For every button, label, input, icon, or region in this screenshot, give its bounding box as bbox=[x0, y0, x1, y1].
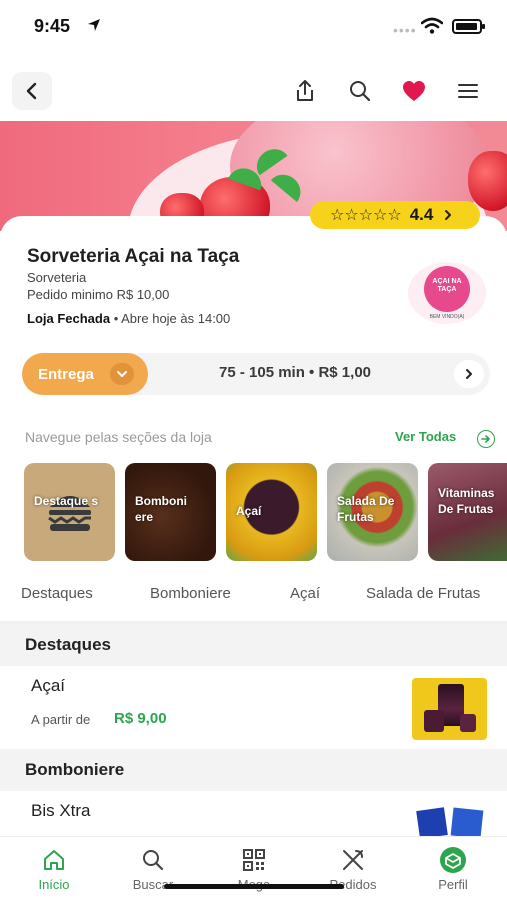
tab-bomboniere[interactable]: Bomboniere bbox=[150, 585, 231, 602]
arrow-right-circle-icon[interactable] bbox=[477, 430, 495, 448]
share-icon bbox=[297, 80, 313, 101]
delivery-mode-button[interactable]: Entrega bbox=[22, 353, 148, 395]
section-tile-label: Bomboni ere bbox=[135, 494, 187, 524]
delivery-details-button[interactable] bbox=[454, 360, 484, 388]
section-tile-label: Vitaminas De Frutas bbox=[438, 486, 495, 516]
section-tile-label: Destaque s bbox=[34, 494, 99, 508]
menu-section-title: Destaques bbox=[25, 635, 111, 654]
utensils-icon bbox=[343, 850, 363, 870]
delivery-mode-label: Entrega bbox=[38, 365, 94, 383]
signal-icon: •••• bbox=[393, 22, 417, 38]
section-tile-vitaminas[interactable]: Vitaminas De Frutas bbox=[428, 463, 507, 561]
menu-item-price-label: A partir de bbox=[31, 712, 91, 727]
menu-item-image bbox=[412, 678, 487, 740]
menu-section-header: Destaques bbox=[0, 624, 507, 666]
search-icon bbox=[143, 850, 164, 871]
store-min-order: Pedido minimo R$ 10,00 bbox=[27, 287, 170, 302]
section-tile-acai[interactable]: Açaí bbox=[226, 463, 317, 561]
chevron-left-icon bbox=[26, 82, 37, 100]
store-name: Sorveteria Açai na Taça bbox=[27, 246, 240, 267]
search-button[interactable] bbox=[347, 78, 373, 104]
location-arrow-icon bbox=[88, 19, 100, 31]
home-icon bbox=[44, 850, 64, 870]
back-button[interactable] bbox=[12, 72, 52, 110]
menu-button[interactable] bbox=[455, 78, 481, 104]
tabbar-label: Início bbox=[38, 877, 70, 892]
tab-acai[interactable]: Açaí bbox=[290, 585, 320, 602]
section-tile-label: Açaí bbox=[236, 504, 262, 518]
see-all-link[interactable]: Ver Todas bbox=[395, 429, 456, 444]
menu-item-bis-xtra[interactable]: Bis Xtra bbox=[0, 791, 507, 837]
menu-item-name: Bis Xtra bbox=[31, 801, 91, 820]
battery-icon bbox=[452, 19, 485, 34]
rating-stars-icon: ☆☆☆☆☆ bbox=[330, 207, 402, 224]
sections-nav-title: Navegue pelas seções da loja bbox=[25, 429, 212, 445]
section-tile-salada-de-frutas[interactable]: Salada De Frutas bbox=[327, 463, 418, 561]
favorite-button[interactable] bbox=[401, 78, 427, 104]
section-tile-label: Salada De Frutas bbox=[337, 494, 395, 524]
menu-section-title: Bomboniere bbox=[25, 760, 125, 779]
rating-badge[interactable]: ☆☆☆☆☆ 4.4 bbox=[310, 201, 480, 229]
store-open-status: Loja Fechada • Abre hoje às 14:00 bbox=[27, 311, 230, 326]
section-tile-destaques[interactable]: Destaque s bbox=[24, 463, 115, 561]
store-opening-time: • Abre hoje às 14:00 bbox=[110, 311, 231, 326]
status-time: 9:45 bbox=[34, 16, 71, 36]
delivery-bar[interactable]: Entrega 75 - 105 min • R$ 1,00 bbox=[22, 353, 490, 395]
store-logo-text: AÇAI NA TAÇA bbox=[432, 278, 462, 293]
rating-score: 4.4 bbox=[409, 205, 434, 224]
store-closed-label: Loja Fechada bbox=[27, 311, 111, 326]
heart-icon bbox=[403, 81, 425, 101]
menu-section-header: Bomboniere bbox=[0, 749, 507, 791]
qr-code-icon bbox=[243, 849, 265, 871]
tabbar-item-inicio[interactable]: Início bbox=[14, 847, 94, 892]
tabbar-label: Perfil bbox=[438, 877, 468, 892]
store-logo-subtext: BEM VINDO(A) bbox=[429, 314, 465, 320]
store-logo: AÇAI NA TAÇA BEM VINDO(A) bbox=[408, 262, 486, 324]
delivery-time-fee: 75 - 105 min • R$ 1,00 bbox=[219, 364, 371, 381]
profile-icon bbox=[440, 847, 466, 873]
bottom-tab-bar: Início Buscar Mega bbox=[0, 836, 507, 900]
menu-item-name: Açaí bbox=[31, 676, 66, 695]
chevron-down-icon bbox=[110, 363, 134, 385]
top-nav-bar bbox=[0, 70, 507, 112]
chevron-right-icon bbox=[445, 210, 452, 220]
share-button[interactable] bbox=[292, 78, 318, 104]
store-category: Sorveteria bbox=[27, 270, 87, 285]
section-tile-bomboniere[interactable]: Bomboni ere bbox=[125, 463, 216, 561]
chevron-right-icon bbox=[466, 369, 472, 379]
search-icon bbox=[350, 81, 371, 102]
section-tabs: Destaques Bomboniere Açaí Salada de Frut… bbox=[0, 585, 507, 609]
tabbar-item-perfil[interactable]: Perfil bbox=[413, 847, 493, 892]
status-bar: 9:45 •••• bbox=[0, 0, 507, 56]
menu-item-acai[interactable]: Açaí A partir de R$ 9,00 bbox=[0, 666, 507, 750]
home-indicator bbox=[164, 884, 344, 889]
wifi-icon bbox=[421, 17, 443, 34]
tab-destaques[interactable]: Destaques bbox=[21, 585, 93, 602]
tab-salada-de-frutas[interactable]: Salada de Frutas bbox=[366, 585, 480, 602]
hamburger-menu-icon bbox=[458, 84, 478, 98]
menu-item-price: R$ 9,00 bbox=[114, 710, 167, 727]
menu-item-image bbox=[416, 807, 486, 837]
